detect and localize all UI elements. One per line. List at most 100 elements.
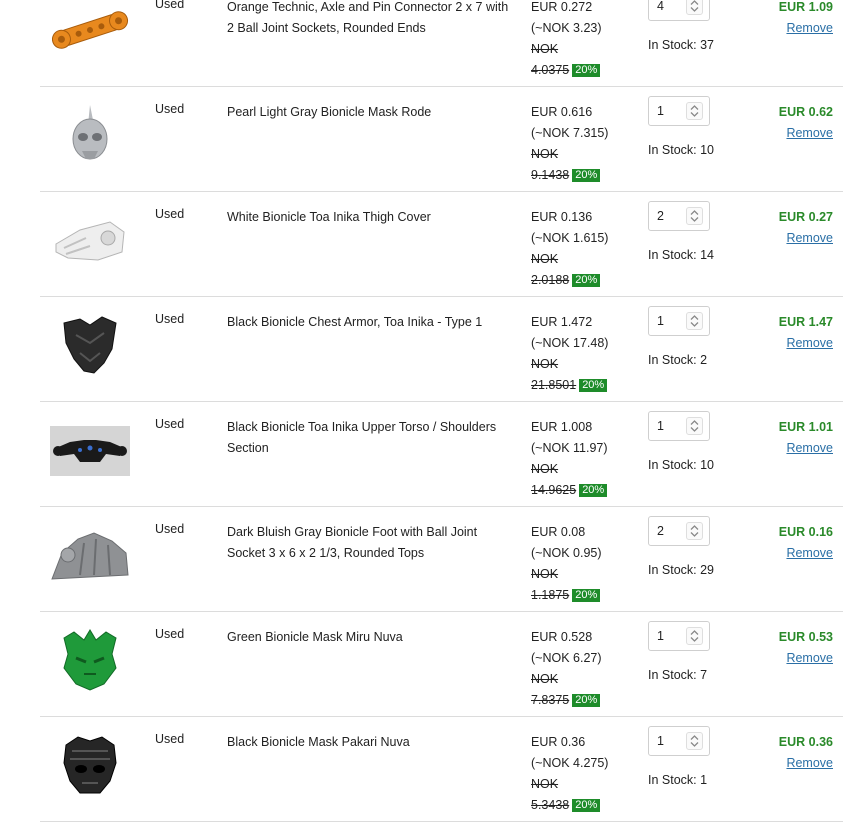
remove-link[interactable]: Remove <box>779 438 833 459</box>
item-original-price: 5.3438 <box>531 798 570 812</box>
item-total-block: EUR 1.09 Remove <box>779 0 833 39</box>
quantity-input[interactable]: 1 <box>648 411 710 441</box>
quantity-stepper-icon[interactable] <box>686 522 703 540</box>
item-original-price: 14.9625 <box>531 483 577 497</box>
upper-torso-icon[interactable] <box>50 418 130 483</box>
item-total-block: EUR 0.16 Remove <box>779 522 833 564</box>
in-stock-label: In Stock: 10 <box>648 458 715 472</box>
item-price-block: EUR 0.08 (~NOK 0.95) NOK 1.1875 20% <box>531 522 602 606</box>
remove-link[interactable]: Remove <box>779 228 833 249</box>
item-price-approx: (~NOK 7.315) <box>531 126 609 140</box>
mask-pakari-icon[interactable] <box>50 733 130 798</box>
chest-armor-icon[interactable] <box>50 313 130 378</box>
item-price-block: EUR 0.36 (~NOK 4.275) NOK 5.3438 20% <box>531 732 608 816</box>
remove-link[interactable]: Remove <box>779 648 833 669</box>
quantity-input[interactable]: 1 <box>648 96 710 126</box>
quantity-value[interactable]: 4 <box>657 0 664 13</box>
quantity-value[interactable]: 1 <box>657 734 664 748</box>
item-description[interactable]: Black Bionicle Mask Pakari Nuva <box>227 732 517 753</box>
thigh-cover-icon[interactable] <box>50 208 130 273</box>
quantity-input[interactable]: 1 <box>648 621 710 651</box>
item-price-block: EUR 0.616 (~NOK 7.315) NOK 9.1438 20% <box>531 102 608 186</box>
item-description[interactable]: Green Bionicle Mask Miru Nuva <box>227 627 517 648</box>
quantity-stepper-icon[interactable] <box>686 312 703 330</box>
item-description[interactable]: Pearl Light Gray Bionicle Mask Rode <box>227 102 517 123</box>
quantity-value[interactable]: 1 <box>657 629 664 643</box>
item-price-block: EUR 0.528 (~NOK 6.27) NOK 7.8375 20% <box>531 627 602 711</box>
item-original-currency: NOK <box>531 672 559 686</box>
item-description[interactable]: Black Bionicle Toa Inika Upper Torso / S… <box>227 417 517 459</box>
item-price-approx: (~NOK 11.97) <box>531 441 608 455</box>
item-price: EUR 1.472 <box>531 315 593 329</box>
remove-link[interactable]: Remove <box>779 543 833 564</box>
quantity-value[interactable]: 1 <box>657 314 664 328</box>
item-total: EUR 0.62 <box>778 105 833 119</box>
quantity-value[interactable]: 1 <box>657 104 664 118</box>
quantity-input[interactable]: 4 <box>648 0 710 21</box>
cart-row: Used Orange Technic, Axle and Pin Connec… <box>40 0 843 87</box>
item-price-block: EUR 0.272 (~NOK 3.23) NOK 4.0375 20% <box>531 0 602 81</box>
item-condition: Used <box>155 102 185 116</box>
mask-miru-icon[interactable] <box>50 628 130 693</box>
item-total: EUR 0.16 <box>778 525 833 539</box>
quantity-value[interactable]: 1 <box>657 419 664 433</box>
bionicle-foot-icon[interactable] <box>50 523 130 588</box>
quantity-input[interactable]: 1 <box>648 726 710 756</box>
in-stock-label: In Stock: 14 <box>648 248 715 262</box>
item-description[interactable]: Orange Technic, Axle and Pin Connector 2… <box>227 0 517 39</box>
quantity-input[interactable]: 2 <box>648 516 710 546</box>
quantity-stepper-icon[interactable] <box>686 0 703 15</box>
bionicle-mask-icon[interactable] <box>50 103 130 168</box>
item-description[interactable]: Dark Bluish Gray Bionicle Foot with Ball… <box>227 522 517 564</box>
item-description[interactable]: Black Bionicle Chest Armor, Toa Inika - … <box>227 312 517 333</box>
quantity-input[interactable]: 2 <box>648 201 710 231</box>
quantity-value[interactable]: 2 <box>657 524 664 538</box>
item-total: EUR 1.01 <box>778 420 833 434</box>
in-stock-label: In Stock: 7 <box>648 668 708 682</box>
remove-link[interactable]: Remove <box>779 333 833 354</box>
cart-row: Used Black Bionicle Chest Armor, Toa Ini… <box>40 297 843 402</box>
cart-row: Used Green Bionicle Mask Miru Nuva EUR 0… <box>40 612 843 717</box>
quantity-value[interactable]: 2 <box>657 209 664 223</box>
item-total: EUR 1.09 <box>778 0 833 14</box>
quantity-input[interactable]: 1 <box>648 306 710 336</box>
item-condition: Used <box>155 207 185 221</box>
cart-row: Used Black Bionicle Mask Pakari Nuva EUR… <box>40 717 843 822</box>
item-original-price: 9.1438 <box>531 168 570 182</box>
quantity-stepper-icon[interactable] <box>686 732 703 750</box>
item-total-block: EUR 1.47 Remove <box>779 312 833 354</box>
cart-row: Used Pearl Light Gray Bionicle Mask Rode… <box>40 87 843 192</box>
technic-connector-icon[interactable] <box>50 0 130 63</box>
quantity-stepper-icon[interactable] <box>686 207 703 225</box>
item-price-block: EUR 0.136 (~NOK 1.615) NOK 2.0188 20% <box>531 207 608 291</box>
quantity-stepper-icon[interactable] <box>686 102 703 120</box>
item-original-price: 4.0375 <box>531 63 570 77</box>
remove-link[interactable]: Remove <box>779 18 833 39</box>
discount-badge: 20% <box>572 64 601 77</box>
item-total-block: EUR 0.36 Remove <box>779 732 833 774</box>
item-price: EUR 0.616 <box>531 105 593 119</box>
quantity-stepper-icon[interactable] <box>686 627 703 645</box>
item-condition: Used <box>155 732 185 746</box>
item-condition: Used <box>155 0 185 11</box>
item-condition: Used <box>155 417 185 431</box>
discount-badge: 20% <box>572 169 601 182</box>
item-original-price: 2.0188 <box>531 273 570 287</box>
cart-row: Used White Bionicle Toa Inika Thigh Cove… <box>40 192 843 297</box>
remove-link[interactable]: Remove <box>779 123 833 144</box>
item-original-price: 1.1875 <box>531 588 570 602</box>
item-original-currency: NOK <box>531 462 559 476</box>
item-price-approx: (~NOK 1.615) <box>531 231 609 245</box>
remove-link[interactable]: Remove <box>779 753 833 774</box>
item-original-price: 21.8501 <box>531 378 577 392</box>
in-stock-label: In Stock: 37 <box>648 38 715 52</box>
quantity-stepper-icon[interactable] <box>686 417 703 435</box>
item-price-approx: (~NOK 0.95) <box>531 546 602 560</box>
item-price: EUR 1.008 <box>531 420 593 434</box>
item-condition: Used <box>155 627 185 641</box>
cart-items-list: Used Orange Technic, Axle and Pin Connec… <box>0 0 848 822</box>
item-original-currency: NOK <box>531 147 559 161</box>
item-total: EUR 1.47 <box>778 315 833 329</box>
item-price-block: EUR 1.008 (~NOK 11.97) NOK 14.9625 20% <box>531 417 608 501</box>
item-description[interactable]: White Bionicle Toa Inika Thigh Cover <box>227 207 517 228</box>
